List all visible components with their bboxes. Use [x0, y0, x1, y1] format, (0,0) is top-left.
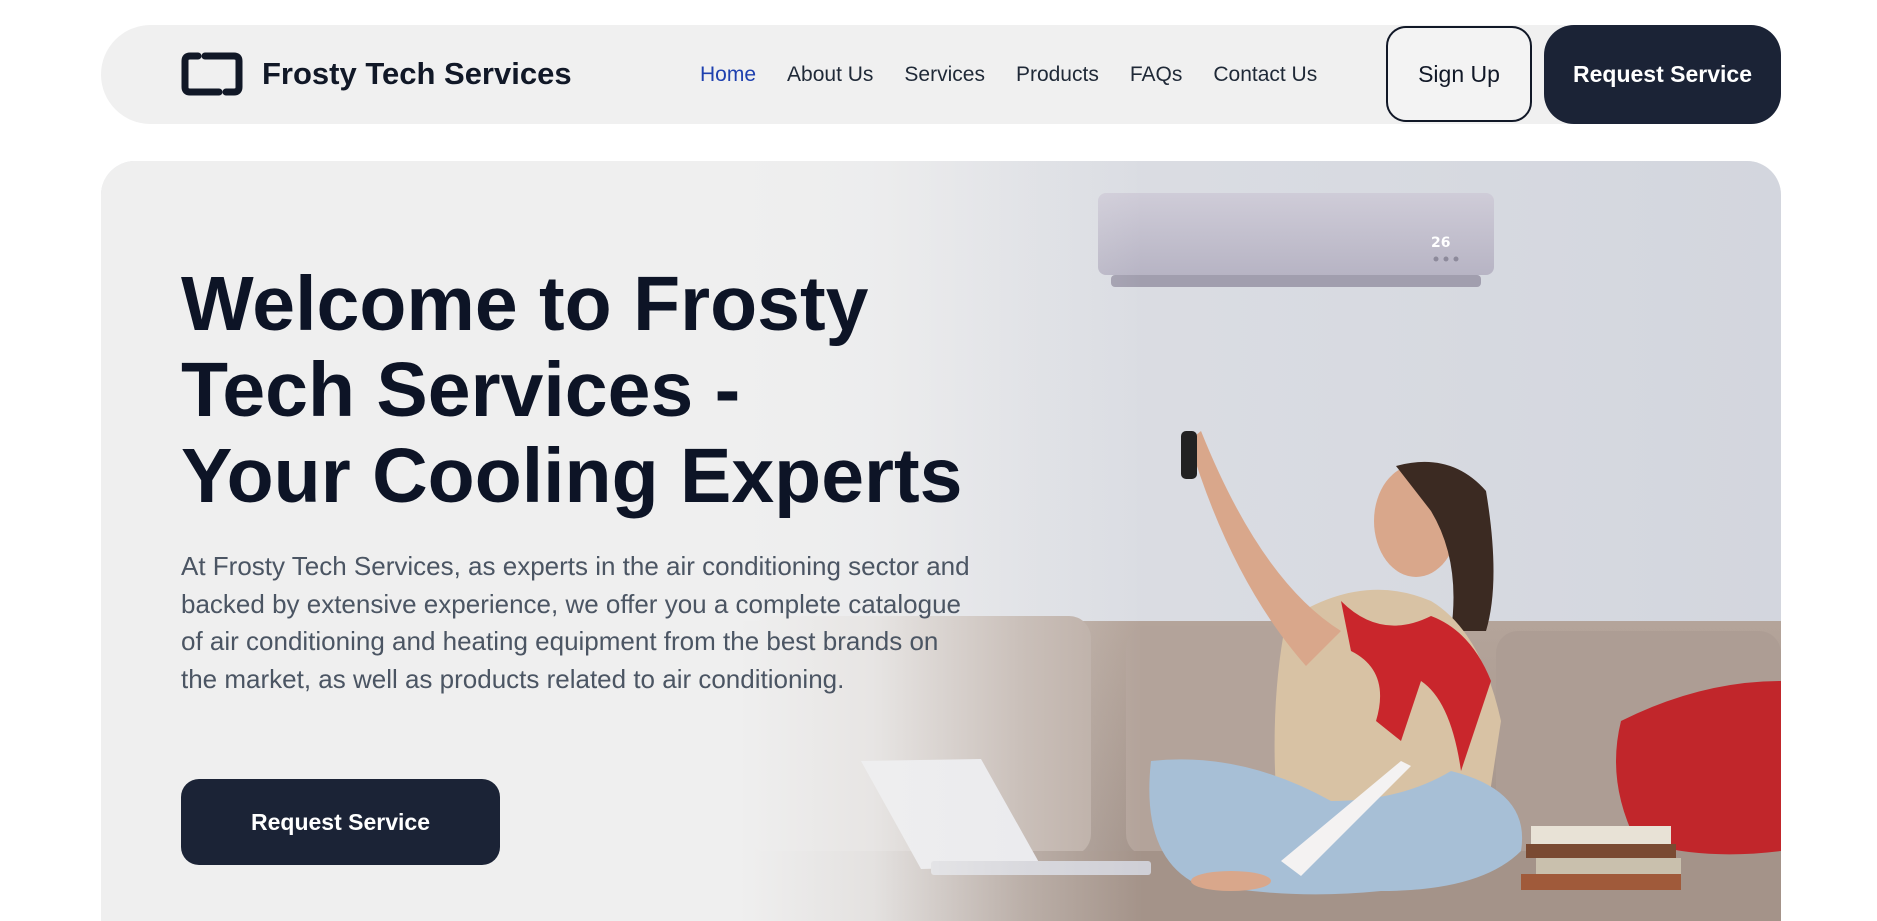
- nav-about-us[interactable]: About Us: [787, 63, 873, 87]
- main-menu: Home About Us Services Products FAQs Con…: [700, 58, 1348, 92]
- nav-contact-us[interactable]: Contact Us: [1213, 63, 1317, 87]
- nav-home[interactable]: Home: [700, 63, 756, 87]
- request-service-button-header[interactable]: Request Service: [1544, 25, 1781, 124]
- request-service-button-hero[interactable]: Request Service: [181, 779, 500, 865]
- hero-section: 26 Welcome to Frosty Tech Services -: [101, 161, 1781, 921]
- hero-title-line-3: Your Cooling Experts: [181, 433, 963, 519]
- hero-title-line-2: Tech Services -: [181, 347, 741, 433]
- brand-name[interactable]: Frosty Tech Services: [262, 52, 572, 96]
- sign-up-button[interactable]: Sign Up: [1386, 26, 1532, 122]
- nav-products[interactable]: Products: [1016, 63, 1099, 87]
- nav-services[interactable]: Services: [904, 63, 985, 87]
- logo-icon[interactable]: [181, 51, 243, 97]
- hero-title-line-1: Welcome to Frosty: [181, 261, 869, 347]
- nav-faqs[interactable]: FAQs: [1130, 63, 1183, 87]
- top-navbar: Frosty Tech Services Home About Us Servi…: [101, 25, 1781, 124]
- hero-title: Welcome to Frosty Tech Services - Your C…: [181, 261, 981, 519]
- hero-description: At Frosty Tech Services, as experts in t…: [181, 551, 970, 694]
